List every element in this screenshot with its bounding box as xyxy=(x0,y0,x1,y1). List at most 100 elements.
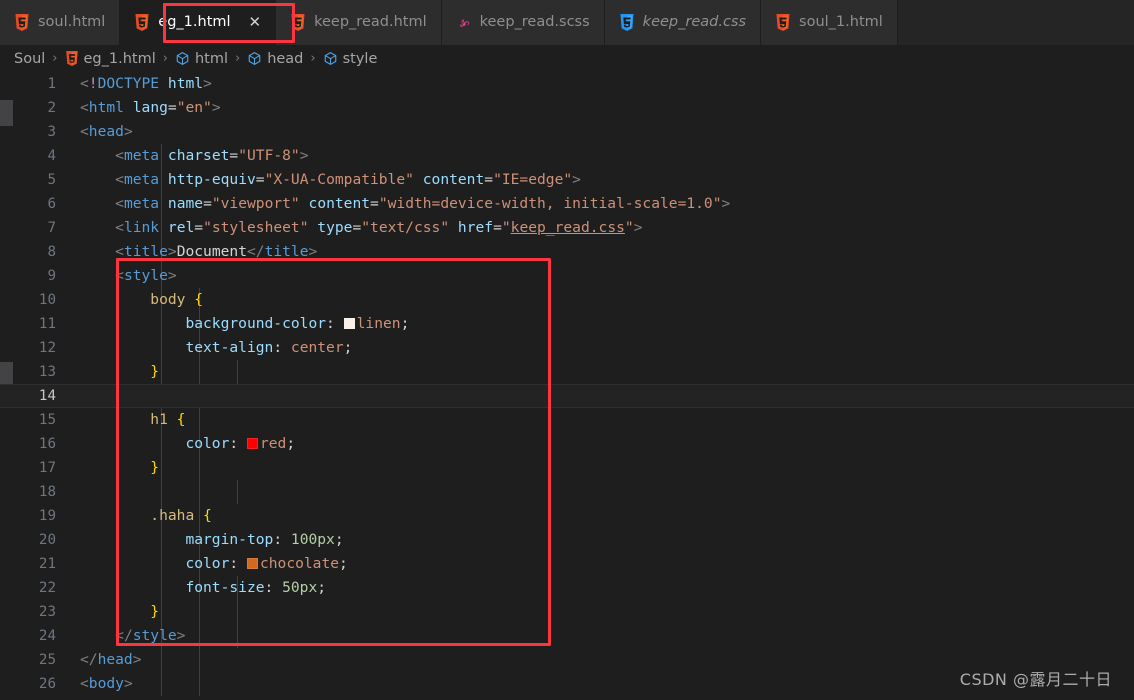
code-line[interactable]: 12 text-align: center; xyxy=(0,336,1134,360)
code-line[interactable]: 4 <meta charset="UTF-8"> xyxy=(0,144,1134,168)
breadcrumb-item-soul[interactable]: Soul xyxy=(14,51,45,67)
line-number: 25 xyxy=(38,652,56,668)
breadcrumb-label: Soul xyxy=(14,50,46,67)
code-line[interactable]: 20 margin-top: 100px; xyxy=(0,528,1134,552)
code-line[interactable]: 24 </style> xyxy=(0,624,1134,648)
code-line[interactable]: 22 font-size: 50px; xyxy=(0,576,1134,600)
code-line[interactable]: 1 <!DOCTYPE html> xyxy=(0,72,1134,96)
line-content: } xyxy=(150,603,160,620)
code-line[interactable]: 13 } xyxy=(0,360,1134,384)
tab-label: soul.html xyxy=(38,14,106,31)
line-content: color: chocolate; xyxy=(185,555,348,572)
code-line[interactable]: 7 <link rel="stylesheet" type="text/css"… xyxy=(0,216,1134,240)
breadcrumb-separator: › xyxy=(52,51,58,66)
cube-icon xyxy=(176,52,189,65)
code-line-current[interactable]: 14 xyxy=(0,384,1134,408)
code-line[interactable]: 19 .haha { xyxy=(0,504,1134,528)
code-line[interactable]: 23 } xyxy=(0,600,1134,624)
line-number: 2 xyxy=(47,100,56,116)
line-content: margin-top: 100px; xyxy=(185,531,344,548)
html5-icon xyxy=(291,14,305,31)
code-line[interactable]: 3 <head> xyxy=(0,120,1134,144)
code-line[interactable]: 8 <title>Document</title> xyxy=(0,240,1134,264)
line-number: 15 xyxy=(38,412,56,428)
code-line[interactable]: 11 background-color: linen; xyxy=(0,312,1134,336)
code-line[interactable]: 6 <meta name="viewport" content="width=d… xyxy=(0,192,1134,216)
color-swatch-red xyxy=(246,438,258,449)
line-number: 20 xyxy=(38,532,56,548)
html5-icon xyxy=(776,14,790,31)
tab-label: soul_1.html xyxy=(799,14,883,31)
sass-icon xyxy=(459,19,469,27)
code-line[interactable]: 15 h1 { xyxy=(0,408,1134,432)
line-content: h1 { xyxy=(150,411,186,428)
line-number: 1 xyxy=(47,76,56,92)
line-number: 23 xyxy=(38,604,56,620)
line-number: 3 xyxy=(47,124,56,140)
breadcrumb-separator: › xyxy=(162,51,168,66)
line-content: <link rel="stylesheet" type="text/css" h… xyxy=(115,219,643,236)
tab-keep-read-scss[interactable]: keep_read.scss xyxy=(441,0,605,45)
line-number: 21 xyxy=(38,556,56,572)
breadcrumb-item-head[interactable]: head xyxy=(247,51,303,67)
code-line[interactable]: 9 <style> xyxy=(0,264,1134,288)
line-number: 7 xyxy=(47,220,56,236)
line-content: font-size: 50px; xyxy=(185,579,327,596)
color-swatch-linen xyxy=(343,318,355,329)
tab-label: keep_read.css xyxy=(642,14,747,31)
line-number: 11 xyxy=(38,316,56,332)
editor-window: soul.html eg_1.html ✕ keep_read.html kee… xyxy=(0,0,1134,700)
line-content: body { xyxy=(150,291,204,308)
code-line[interactable]: 2 <html lang="en"> xyxy=(0,96,1134,120)
tab-eg-1-html[interactable]: eg_1.html ✕ xyxy=(120,0,277,45)
line-number: 6 xyxy=(47,196,56,212)
tab-soul-html[interactable]: soul.html xyxy=(0,0,121,45)
line-number: 14 xyxy=(38,388,56,404)
line-number: 4 xyxy=(47,148,56,164)
breadcrumb-item-eg-1-html[interactable]: eg_1.html xyxy=(65,51,156,67)
code-line[interactable]: 17 } xyxy=(0,456,1134,480)
line-number: 22 xyxy=(38,580,56,596)
breadcrumb-separator: › xyxy=(234,51,241,66)
tab-keep-read-css[interactable]: keep_read.css xyxy=(604,0,762,45)
line-content: <meta name="viewport" content="width=dev… xyxy=(115,195,731,212)
line-content: <html lang="en"> xyxy=(80,99,221,116)
tab-label: keep_read.html xyxy=(314,14,427,31)
breadcrumb-label: eg_1.html xyxy=(83,50,156,67)
line-content: } xyxy=(150,363,160,380)
code-lines[interactable]: 1 <!DOCTYPE html> 2 <html lang="en"> 3 <… xyxy=(0,72,1134,700)
tab-soul-1-html[interactable]: soul_1.html xyxy=(761,0,898,45)
close-icon[interactable]: ✕ xyxy=(249,15,262,30)
line-number: 19 xyxy=(38,508,56,524)
line-content: <body> xyxy=(80,675,133,692)
line-content: color: red; xyxy=(185,435,296,452)
line-content: text-align: center; xyxy=(185,339,353,356)
line-number: 10 xyxy=(38,292,56,308)
line-content: <head> xyxy=(80,123,133,140)
code-editor[interactable]: 1 <!DOCTYPE html> 2 <html lang="en"> 3 <… xyxy=(0,72,1134,700)
line-content: </head> xyxy=(80,651,142,668)
breadcrumb-label: style xyxy=(342,50,378,67)
breadcrumb-item-style[interactable]: style xyxy=(323,50,378,67)
breadcrumb: Soul › eg_1.html › html › head › style xyxy=(0,45,1134,72)
line-number: 9 xyxy=(47,268,56,284)
tab-keep-read-html[interactable]: keep_read.html xyxy=(276,0,442,45)
line-content: <style> xyxy=(115,267,177,284)
line-number: 24 xyxy=(38,628,56,644)
line-content: } xyxy=(150,459,160,476)
line-content: <title>Document</title> xyxy=(115,243,318,260)
code-line[interactable]: 16 color: red; xyxy=(0,432,1134,456)
line-number: 12 xyxy=(38,340,56,356)
breadcrumb-item-html[interactable]: html xyxy=(175,51,228,67)
line-content: </style> xyxy=(115,627,186,644)
line-number: 18 xyxy=(38,484,56,500)
code-line[interactable]: 10 body { xyxy=(0,288,1134,312)
line-number: 8 xyxy=(47,244,56,260)
code-line[interactable]: 18 xyxy=(0,480,1134,504)
line-number: 16 xyxy=(38,436,56,452)
cube-icon xyxy=(248,52,261,65)
code-line[interactable]: 21 color: chocolate; xyxy=(0,552,1134,576)
code-line[interactable]: 27 xyxy=(0,696,1134,700)
html5-icon xyxy=(135,14,149,31)
code-line[interactable]: 5 <meta http-equiv="X-UA-Compatible" con… xyxy=(0,168,1134,192)
